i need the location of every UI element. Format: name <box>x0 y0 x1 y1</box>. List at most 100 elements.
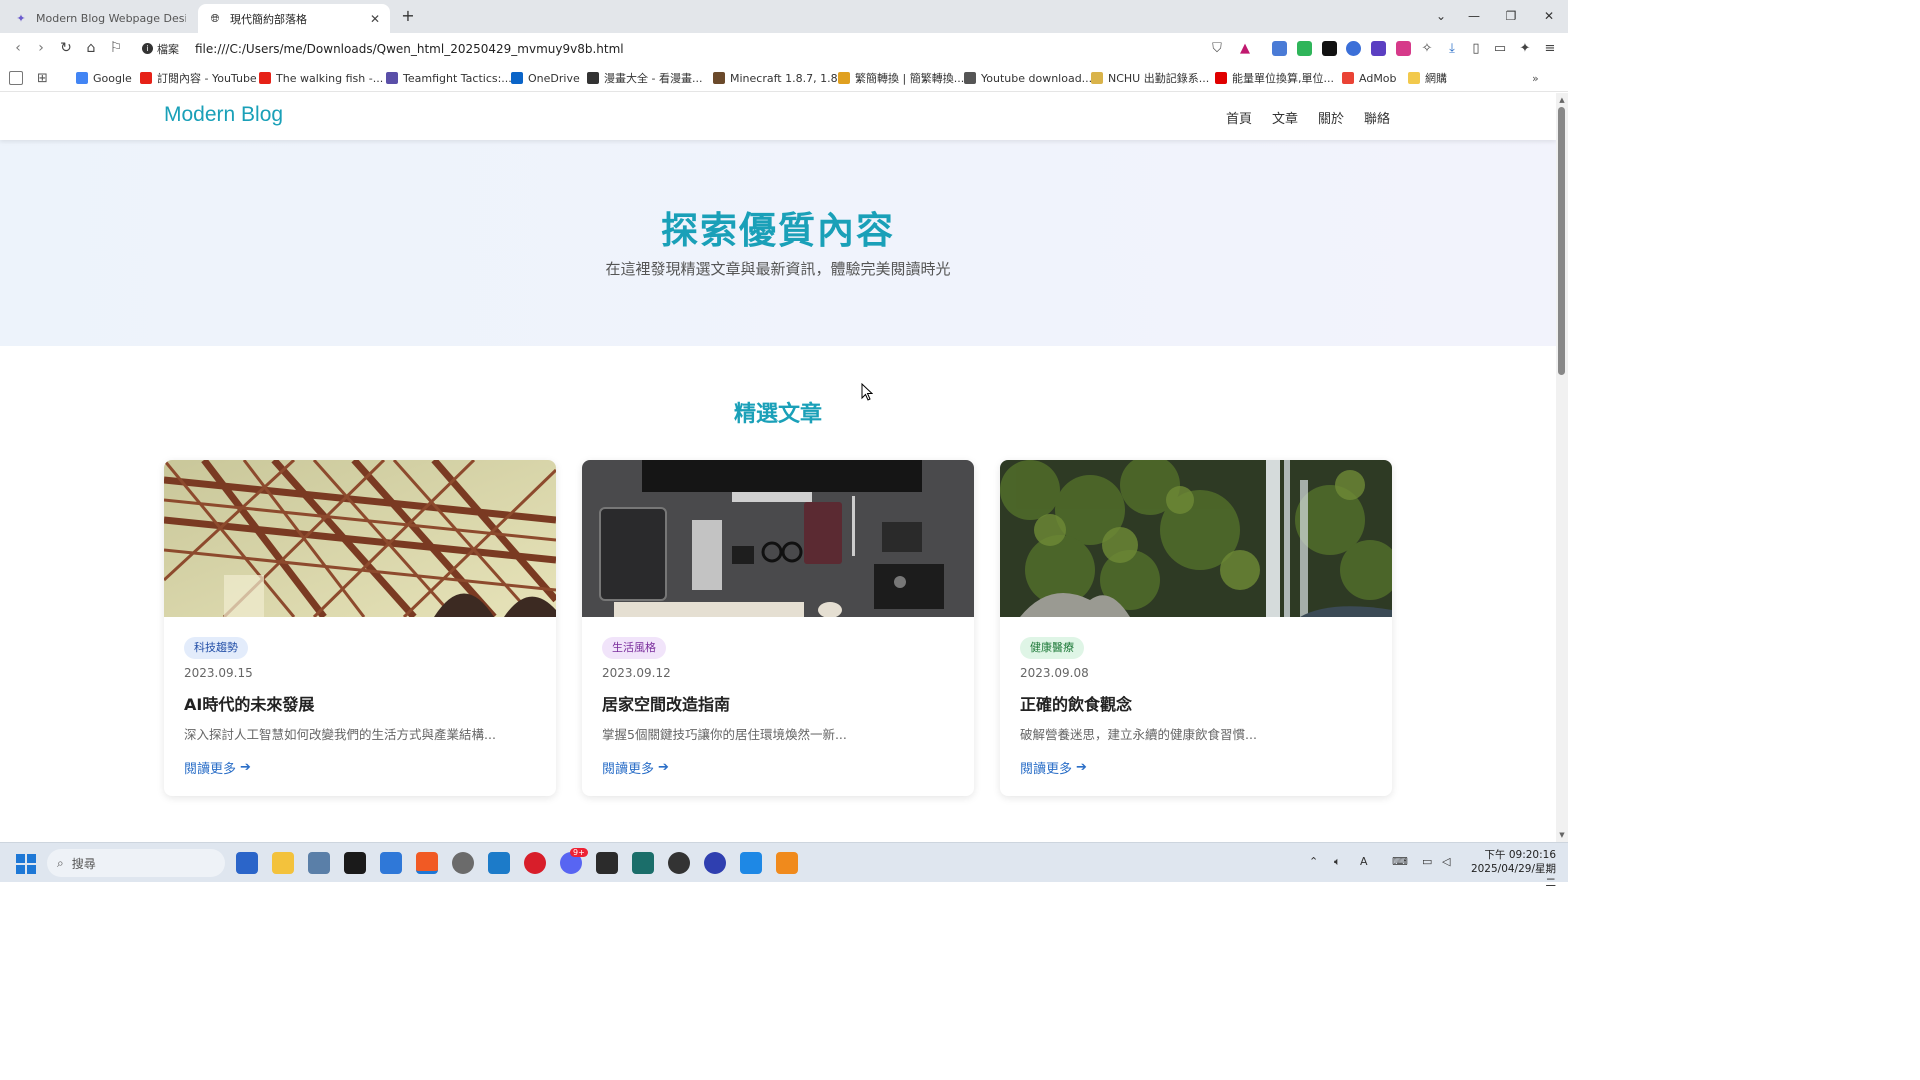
headset-app-icon[interactable] <box>704 852 726 874</box>
article-title[interactable]: 居家空間改造指南 <box>602 691 730 715</box>
bookmark-label: OneDrive <box>528 71 580 85</box>
article-image-waterfall <box>1000 460 1392 617</box>
site-info-button[interactable]: i 檔案 <box>136 41 185 57</box>
article-title[interactable]: AI時代的未來發展 <box>184 691 314 715</box>
wallet-icon[interactable]: ▭ <box>1491 40 1509 58</box>
bookmark-button[interactable]: ⚐ <box>106 38 126 58</box>
purple-extension-icon[interactable] <box>1371 41 1386 56</box>
tab-strip: ✦ Modern Blog Webpage Design w 🌐︎ 現代簡約部落… <box>0 0 1568 33</box>
category-tag[interactable]: 科技趨勢 <box>184 637 248 659</box>
system-clock[interactable]: 下午 09:20:16 2025/04/29/星期二 <box>1462 848 1556 890</box>
shield-extension-icon[interactable] <box>1297 41 1312 56</box>
language-icon[interactable]: ⌨ <box>1392 855 1408 868</box>
site-logo[interactable]: Modern Blog <box>164 103 283 127</box>
calculator-icon[interactable] <box>308 852 330 874</box>
tray-overflow-icon[interactable]: ⌃ <box>1309 855 1318 868</box>
volume-icon[interactable]: 🔈︎ <box>1334 855 1341 869</box>
store-app-icon[interactable] <box>236 852 258 874</box>
menu-icon[interactable]: ≡ <box>1541 40 1559 58</box>
forward-button[interactable]: › <box>31 38 51 58</box>
bookmark-item[interactable]: 訂閱內容 - YouTube <box>140 70 257 86</box>
bookmark-item[interactable]: NCHU 出勤記錄系... <box>1091 70 1209 86</box>
brave-shield-icon[interactable]: ⛉ <box>1208 40 1226 58</box>
restore-button[interactable]: ❐ <box>1498 6 1524 26</box>
obs-app-icon[interactable] <box>668 852 690 874</box>
bookmark-item[interactable]: 漫畫大全 - 看漫畫... <box>587 70 702 86</box>
bookmark-item[interactable]: 能量單位換算,單位... <box>1215 70 1334 86</box>
sidebar-icon[interactable]: ▯ <box>1467 40 1485 58</box>
back-button[interactable]: ‹ <box>8 38 28 58</box>
bookmark-item[interactable]: AdMob <box>1342 70 1397 86</box>
network-icon[interactable]: ▭ <box>1422 855 1432 868</box>
reload-button[interactable]: ↻ <box>56 38 76 58</box>
tab-modern-blog-design[interactable]: ✦ Modern Blog Webpage Design w <box>4 4 196 33</box>
bookmark-item[interactable]: The walking fish -... <box>259 70 383 86</box>
file-explorer-icon[interactable] <box>272 852 294 874</box>
address-bar[interactable]: i 檔案 file:///C:/Users/me/Downloads/Qwen_… <box>136 37 1202 60</box>
download-icon[interactable]: ⤓ <box>1443 40 1461 58</box>
start-button[interactable] <box>16 854 36 874</box>
close-tab-icon[interactable]: ✕ <box>370 12 380 26</box>
new-tab-button[interactable]: + <box>398 6 418 26</box>
home-button[interactable]: ⌂ <box>81 38 101 58</box>
read-more-link[interactable]: 閱讀更多 ➔ <box>602 758 669 777</box>
read-more-link[interactable]: 閱讀更多 ➔ <box>184 758 251 777</box>
brave-browser-icon[interactable] <box>416 852 438 874</box>
article-card-home[interactable]: 生活風格 2023.09.12 居家空間改造指南 掌握5個關鍵技巧讓你的居住環境… <box>582 460 974 796</box>
bookmark-item[interactable]: 網購 <box>1408 70 1447 86</box>
speaker-icon[interactable]: ◁ <box>1442 855 1450 868</box>
sidebar-toggle-icon[interactable] <box>9 70 28 86</box>
bookmark-item[interactable]: Google <box>76 70 132 86</box>
film-app-icon[interactable] <box>344 852 366 874</box>
taskbar-search[interactable]: ⌕ 搜尋 <box>47 849 225 877</box>
nav-articles-link[interactable]: 文章 <box>1272 108 1298 127</box>
bookmark-item[interactable]: Youtube download... <box>964 70 1092 86</box>
audio-extension-icon[interactable] <box>1346 41 1361 56</box>
scroll-thumb[interactable] <box>1558 107 1565 375</box>
media-app-icon[interactable] <box>524 852 546 874</box>
dark-extension-icon[interactable] <box>1322 41 1337 56</box>
photos-app-icon[interactable] <box>488 852 510 874</box>
bookmark-item[interactable]: OneDrive <box>511 70 580 86</box>
minimize-button[interactable]: — <box>1461 6 1487 26</box>
word-app-icon[interactable] <box>380 852 402 874</box>
apps-grid-icon[interactable]: ⊞ <box>37 70 48 86</box>
arrow-right-icon: ➔ <box>1076 760 1087 775</box>
article-title[interactable]: 正確的飲食觀念 <box>1020 691 1132 715</box>
clock-app-icon[interactable] <box>452 852 474 874</box>
nav-about-link[interactable]: 關於 <box>1318 108 1344 127</box>
tab-search-chevron-icon[interactable]: ⌄ <box>1428 6 1454 26</box>
article-card-ai[interactable]: 科技趨勢 2023.09.15 AI時代的未來發展 深入探討人工智慧如何改變我們… <box>164 460 556 796</box>
article-card-health[interactable]: 健康醫療 2023.09.08 正確的飲食觀念 破解營養迷思，建立永續的健康飲食… <box>1000 460 1392 796</box>
ime-icon[interactable]: A <box>1360 855 1368 868</box>
nav-home-link[interactable]: 首頁 <box>1226 108 1252 127</box>
more-bookmarks-icon[interactable]: » <box>1532 70 1539 86</box>
page-scrollbar[interactable]: ▲ ▼ <box>1556 93 1568 842</box>
category-tag[interactable]: 生活風格 <box>602 637 666 659</box>
site-nav: 首頁 文章 關於 聯絡 <box>1226 108 1390 127</box>
bookmark-item[interactable]: Teamfight Tactics:... <box>386 70 512 86</box>
bookmark-item[interactable]: 繁簡轉換 | 簡繁轉換... <box>838 70 964 86</box>
nav-contact-link[interactable]: 聯絡 <box>1364 108 1390 127</box>
leo-ai-icon[interactable]: ✦ <box>1516 40 1534 58</box>
terminal-icon[interactable] <box>596 852 618 874</box>
vscode-icon[interactable] <box>740 852 762 874</box>
extensions-puzzle-icon[interactable]: ✧ <box>1418 40 1436 58</box>
tab-title: 現代簡約部落格 <box>230 12 307 26</box>
hero-title: 探索優質內容 <box>661 209 895 252</box>
globe-icon: 🌐︎ <box>210 11 220 25</box>
bookmark-item[interactable]: Minecraft 1.8.7, 1.8... <box>713 70 848 86</box>
brave-rewards-icon[interactable]: ▲ <box>1236 40 1254 58</box>
arrow-right-icon: ➔ <box>240 760 251 775</box>
read-more-link[interactable]: 閱讀更多 ➔ <box>1020 758 1087 777</box>
close-window-button[interactable]: ✕ <box>1536 6 1562 26</box>
bookmark-label: AdMob <box>1359 71 1397 85</box>
tab-current-blog[interactable]: 🌐︎ 現代簡約部落格 ✕ <box>198 4 390 33</box>
scroll-down-icon[interactable]: ▼ <box>1556 830 1568 840</box>
vlc-icon[interactable] <box>776 852 798 874</box>
pink-extension-icon[interactable] <box>1396 41 1411 56</box>
scroll-up-icon[interactable]: ▲ <box>1556 95 1568 105</box>
translate-extension-icon[interactable] <box>1272 41 1287 56</box>
category-tag[interactable]: 健康醫療 <box>1020 637 1084 659</box>
notes-app-icon[interactable] <box>632 852 654 874</box>
